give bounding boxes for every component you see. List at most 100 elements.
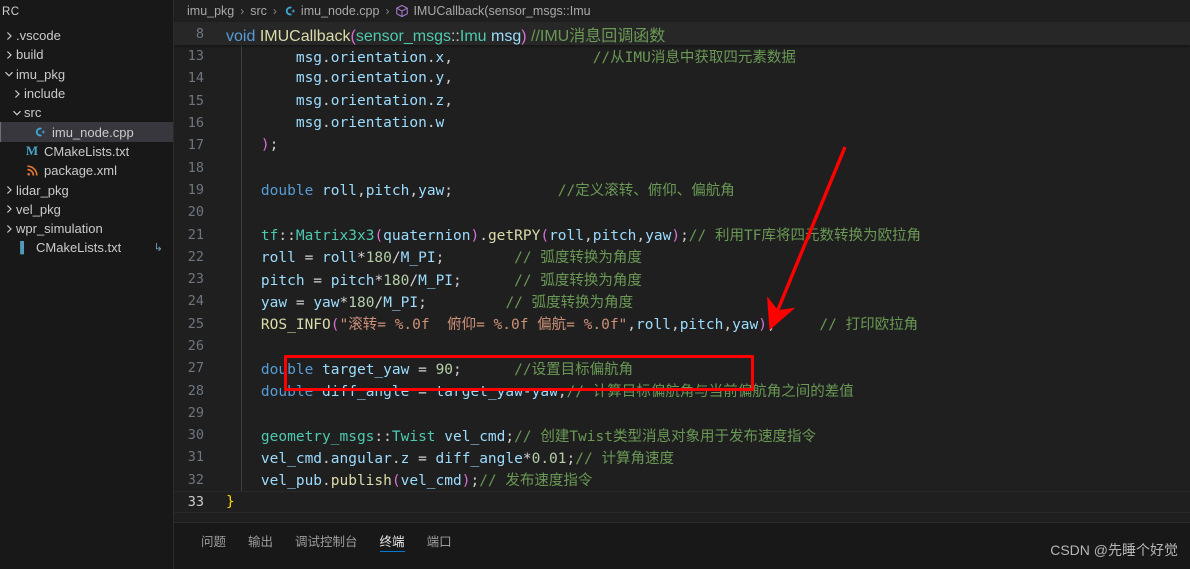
watermark-text: CSDN @先睡个好觉: [1050, 542, 1178, 558]
code-line[interactable]: 22 roll = roll*180/M_PI; // 弧度转换为角度: [174, 245, 1190, 268]
tree-item-package-xml[interactable]: package.xml: [0, 161, 173, 180]
tree-item-cmakelists-txt[interactable]: M CMakeLists.txt: [0, 142, 173, 161]
tree-item-label: .vscode: [16, 28, 61, 44]
code-line[interactable]: 14 msg.orientation.y,: [174, 67, 1190, 90]
code-line[interactable]: 23 pitch = pitch*180/M_PI; // 弧度转换为角度: [174, 267, 1190, 291]
code-token: ;: [566, 450, 576, 467]
breadcrumb-separator: ›: [272, 4, 277, 18]
code-line[interactable]: 19 double roll,pitch,yaw; //定义滚转、俯仰、偏航角: [174, 178, 1190, 202]
code-line[interactable]: 28 double diff_angle = target_yaw-yaw;//…: [174, 379, 1190, 402]
tree-item-label: lidar_pkg: [16, 182, 69, 198]
panel-tab-list: 问题 输出 调试控制台 终端 端口: [174, 523, 463, 558]
breadcrumb-item-0[interactable]: imu_pkg: [187, 4, 234, 18]
code-token: diff_angle: [322, 384, 410, 401]
code-token: 0.01: [531, 450, 567, 467]
panel-tab-4[interactable]: 端口: [416, 523, 463, 558]
code-token: =: [295, 250, 323, 267]
line-number: 30: [187, 427, 204, 444]
code-token: double: [260, 384, 314, 401]
code-token: M_PI: [400, 250, 436, 267]
code-token: double: [260, 183, 314, 200]
code-line[interactable]: 32 vel_pub.publish(vel_cmd);// 发布速度指令: [174, 468, 1190, 491]
breadcrumb-item-3[interactable]: IMUCallback(sensor_msgs::Imu: [395, 4, 591, 18]
code-token: ,: [444, 70, 454, 87]
breadcrumb-item-2[interactable]: imu_node.cpp: [283, 4, 379, 18]
chevron-right-icon: [2, 224, 16, 234]
code-line[interactable]: 33}: [174, 491, 1190, 513]
breadcrumb[interactable]: imu_pkg › src › imu_node.cpp › IMUCallback(sen…: [174, 0, 1190, 22]
code-token: yaw: [645, 228, 672, 245]
code-token: ;: [453, 361, 462, 378]
code-line[interactable]: 24 yaw = yaw*180/M_PI; // 弧度转换为角度: [174, 290, 1190, 313]
code-token: quaternion: [383, 228, 471, 245]
code-token: pitch: [330, 272, 375, 289]
code-line[interactable]: 27 double target_yaw = 90; //设置目标偏航角: [174, 357, 1190, 380]
tree-item-wpr-simulation[interactable]: wpr_simulation: [0, 219, 173, 238]
code-token: .: [426, 115, 436, 132]
code-token: //定义滚转、俯仰、偏航角: [557, 183, 735, 200]
tree-item-vel-pkg[interactable]: vel_pkg: [0, 200, 173, 219]
code-token: 90: [435, 361, 454, 378]
code-token: *: [374, 272, 384, 289]
tree-item-src[interactable]: src: [0, 103, 173, 122]
tree-item-label: imu_node.cpp: [52, 124, 134, 140]
panel-tab-1[interactable]: 输出: [237, 523, 284, 558]
code-token: -: [522, 384, 532, 401]
code-token: M_PI: [418, 272, 454, 289]
tree-item--vscode[interactable]: .vscode: [0, 26, 173, 45]
code-line[interactable]: 25 ROS_INFO("滚转= %.0f 俯仰= %.0f 偏航= %.0f"…: [174, 312, 1190, 335]
code-token: roll: [549, 228, 584, 245]
code-token: vel_cmd: [400, 473, 462, 490]
breadcrumb-item-1[interactable]: src: [250, 4, 267, 18]
tree-item-lidar-pkg[interactable]: lidar_pkg: [0, 180, 173, 199]
line-number: 22: [187, 248, 204, 265]
code-token: // 弧度转换为角度: [505, 294, 634, 311]
code-line[interactable]: 26: [174, 334, 1190, 358]
panel-tab-2[interactable]: 调试控制台: [284, 523, 369, 558]
tree-item-cmakelists-txt[interactable]: ▌ CMakeLists.txt ↳: [0, 238, 173, 257]
tree-item-trailing-icon: ↳: [153, 242, 163, 255]
bottom-panel: 问题 输出 调试控制台 终端 端口 CSDN @先睡个好觉: [174, 522, 1190, 569]
code-line[interactable]: 13 msg.orientation.x, //从IMU消息中获取四元素数据: [174, 45, 1190, 68]
code-line[interactable]: 16 msg.orientation.w: [174, 111, 1190, 135]
code-line[interactable]: 15 msg.orientation.z,: [174, 89, 1190, 112]
line-number: 19: [187, 181, 204, 198]
line-number: 29: [187, 404, 204, 421]
tree-item-include[interactable]: include: [0, 84, 173, 103]
code-token: ::: [450, 27, 460, 45]
code-line[interactable]: 17 );: [174, 134, 1190, 157]
code-token: y: [435, 70, 445, 87]
sticky-scroll-header[interactable]: 8 void IMUCallback(sensor_msgs::Imu msg)…: [174, 22, 1190, 45]
tree-item-imu-node-cpp[interactable]: imu_node.cpp: [0, 122, 173, 143]
tree-item-imu-pkg[interactable]: imu_pkg: [0, 65, 173, 84]
panel-tab-0[interactable]: 问题: [190, 523, 237, 558]
code-line[interactable]: 29: [174, 401, 1190, 425]
code-token: target_yaw: [435, 384, 523, 401]
code-token: (: [540, 228, 550, 245]
code-line[interactable]: 20: [174, 201, 1190, 224]
tree-item-build[interactable]: build: [0, 45, 173, 64]
code-line[interactable]: 30 geometry_msgs::Twist vel_cmd;// 创建Twi…: [174, 424, 1190, 447]
code-token: ,: [627, 317, 637, 334]
code-editor[interactable]: 8 void IMUCallback(sensor_msgs::Imu msg)…: [174, 22, 1190, 522]
code-token: tf: [260, 228, 279, 245]
code-token: "滚转= %.0f 俯仰= %.0f 偏航= %.0f": [339, 317, 628, 334]
panel-tab-3[interactable]: 终端: [369, 523, 416, 558]
code-line[interactable]: 31 vel_cmd.angular.z = diff_angle*0.01;/…: [174, 446, 1190, 469]
code-token: roll: [636, 317, 671, 334]
chevron-right-icon: [2, 31, 16, 41]
sticky-line-text: void IMUCallback(sensor_msgs::Imu msg) /…: [224, 22, 665, 46]
sticky-line-number: 8: [195, 25, 204, 42]
code-line[interactable]: 21 tf::Matrix3x3(quaternion).getRPY(roll…: [174, 223, 1190, 246]
code-token: roll: [322, 250, 357, 267]
code-line[interactable]: 18: [174, 156, 1190, 179]
code-token: z: [435, 92, 445, 109]
code-token: pitch: [260, 272, 305, 289]
